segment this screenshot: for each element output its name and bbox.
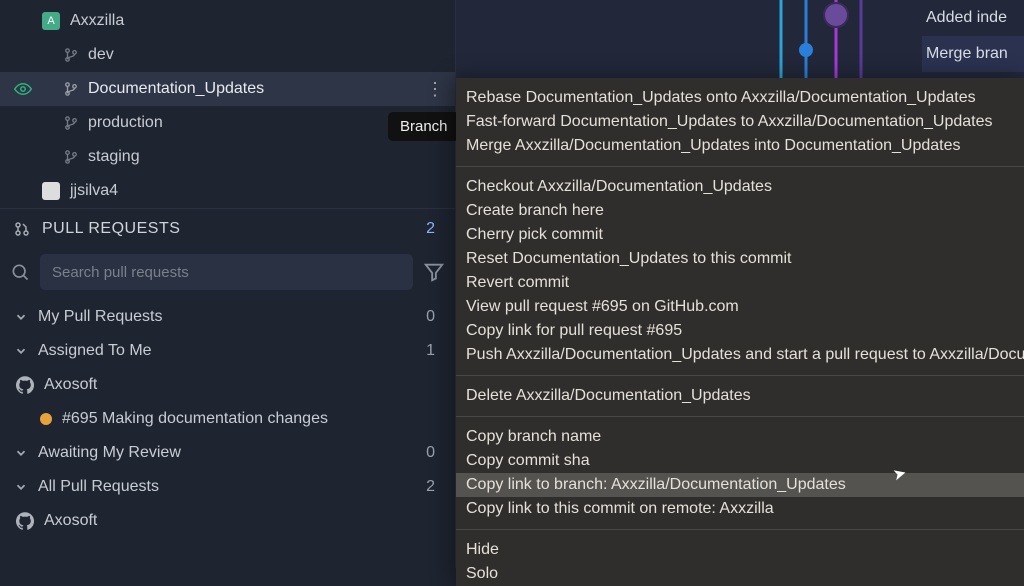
branch-label: production bbox=[88, 114, 163, 132]
group-label: My Pull Requests bbox=[38, 308, 416, 326]
group-label: Assigned To Me bbox=[38, 342, 416, 360]
eye-icon bbox=[14, 80, 32, 98]
context-menu-item[interactable]: Push Axxzilla/Documentation_Updates and … bbox=[456, 343, 1024, 367]
menu-separator bbox=[456, 375, 1024, 376]
context-menu-item[interactable]: Cherry pick commit bbox=[456, 223, 1024, 247]
user-name: jjsilva4 bbox=[70, 182, 118, 200]
commit-message: Merge bran bbox=[926, 45, 1008, 63]
pr-group-awaiting-my-review[interactable]: Awaiting My Review 0 bbox=[0, 436, 455, 470]
pr-group-my-pull-requests[interactable]: My Pull Requests 0 bbox=[0, 300, 455, 334]
status-dot-icon bbox=[40, 413, 52, 425]
branch-icon bbox=[64, 48, 78, 62]
context-menu-item[interactable]: Reset Documentation_Updates to this comm… bbox=[456, 247, 1024, 271]
group-label: Awaiting My Review bbox=[38, 444, 416, 462]
context-menu-item[interactable]: Copy link to this commit on remote: Axxz… bbox=[456, 497, 1024, 521]
pr-group-assigned-to-me[interactable]: Assigned To Me 1 bbox=[0, 334, 455, 368]
pr-repo-axosoft[interactable]: Axosoft bbox=[0, 368, 455, 402]
branch-production[interactable]: production bbox=[0, 106, 455, 140]
context-menu-item[interactable]: Delete Axxzilla/Documentation_Updates bbox=[456, 384, 1024, 408]
search-input[interactable] bbox=[40, 254, 413, 290]
github-icon bbox=[16, 376, 34, 394]
group-count: 0 bbox=[426, 444, 441, 462]
branch-staging[interactable]: staging bbox=[0, 140, 455, 174]
remote-name: Axxzilla bbox=[70, 12, 124, 30]
pr-group-all-pull-requests[interactable]: All Pull Requests 2 bbox=[0, 470, 455, 504]
context-menu-item[interactable]: Create branch here bbox=[456, 199, 1024, 223]
branch-icon bbox=[64, 116, 78, 130]
context-menu-item[interactable]: Merge Axxzilla/Documentation_Updates int… bbox=[456, 134, 1024, 158]
context-menu: Rebase Documentation_Updates onto Axxzil… bbox=[456, 78, 1024, 586]
group-count: 1 bbox=[426, 342, 441, 360]
context-menu-item[interactable]: Solo bbox=[456, 562, 1024, 586]
context-menu-item[interactable]: Checkout Axxzilla/Documentation_Updates bbox=[456, 175, 1024, 199]
context-menu-item[interactable]: Copy branch name bbox=[456, 425, 1024, 449]
branch-documentation-updates[interactable]: Documentation_Updates ⋮ bbox=[0, 72, 455, 106]
remote-avatar-icon: A bbox=[42, 12, 60, 30]
group-count: 2 bbox=[426, 478, 441, 496]
chevron-down-icon bbox=[14, 310, 28, 324]
repo-label: Axosoft bbox=[44, 512, 97, 530]
pr-item-695[interactable]: #695 Making documentation changes bbox=[0, 402, 455, 436]
github-icon bbox=[16, 512, 34, 530]
pr-item-label: #695 Making documentation changes bbox=[62, 410, 328, 428]
section-count: 2 bbox=[426, 220, 441, 238]
branch-label: dev bbox=[88, 46, 114, 64]
remote-jjsilva4[interactable]: jjsilva4 bbox=[0, 174, 455, 208]
context-menu-item[interactable]: Copy link for pull request #695 bbox=[456, 319, 1024, 343]
context-menu-item[interactable]: View pull request #695 on GitHub.com bbox=[456, 295, 1024, 319]
chevron-down-icon bbox=[14, 344, 28, 358]
commit-row[interactable]: Merge bran bbox=[922, 36, 1024, 72]
more-icon[interactable]: ⋮ bbox=[426, 79, 445, 100]
menu-separator bbox=[456, 416, 1024, 417]
pull-requests-header[interactable]: PULL REQUESTS 2 bbox=[0, 208, 455, 248]
context-menu-item[interactable]: Fast-forward Documentation_Updates to Ax… bbox=[456, 110, 1024, 134]
pull-request-icon bbox=[14, 221, 30, 237]
filter-icon[interactable] bbox=[423, 261, 445, 283]
repo-label: Axosoft bbox=[44, 376, 97, 394]
user-avatar-icon bbox=[42, 182, 60, 200]
commit-message: Added inde bbox=[926, 9, 1007, 27]
branch-dev[interactable]: dev bbox=[0, 38, 455, 72]
commit-avatar bbox=[823, 2, 849, 28]
branch-label: Documentation_Updates bbox=[88, 80, 264, 98]
branch-icon bbox=[64, 150, 78, 164]
remote-tree: A Axxzilla dev Documentation_Updates ⋮ p… bbox=[0, 0, 455, 208]
branch-tooltip: Branch bbox=[388, 112, 460, 141]
search-icon[interactable] bbox=[10, 262, 30, 282]
pr-search-row bbox=[0, 248, 455, 300]
chevron-down-icon bbox=[14, 446, 28, 460]
context-menu-item[interactable]: Revert commit bbox=[456, 271, 1024, 295]
menu-separator bbox=[456, 166, 1024, 167]
branch-icon bbox=[64, 82, 78, 96]
section-title: PULL REQUESTS bbox=[42, 220, 414, 238]
menu-separator bbox=[456, 529, 1024, 530]
commit-row[interactable]: Added inde bbox=[922, 0, 1024, 36]
pr-repo-axosoft-2[interactable]: Axosoft bbox=[0, 504, 455, 538]
chevron-down-icon bbox=[14, 480, 28, 494]
context-menu-item[interactable]: Copy commit sha bbox=[456, 449, 1024, 473]
group-label: All Pull Requests bbox=[38, 478, 416, 496]
group-count: 0 bbox=[426, 308, 441, 326]
sidebar: A Axxzilla dev Documentation_Updates ⋮ p… bbox=[0, 0, 456, 568]
context-menu-item[interactable]: Rebase Documentation_Updates onto Axxzil… bbox=[456, 86, 1024, 110]
branch-label: staging bbox=[88, 148, 140, 166]
context-menu-item[interactable]: Hide bbox=[456, 538, 1024, 562]
remote-axxzilla[interactable]: A Axxzilla bbox=[0, 4, 455, 38]
context-menu-item[interactable]: Copy link to branch: Axxzilla/Documentat… bbox=[456, 473, 1024, 497]
